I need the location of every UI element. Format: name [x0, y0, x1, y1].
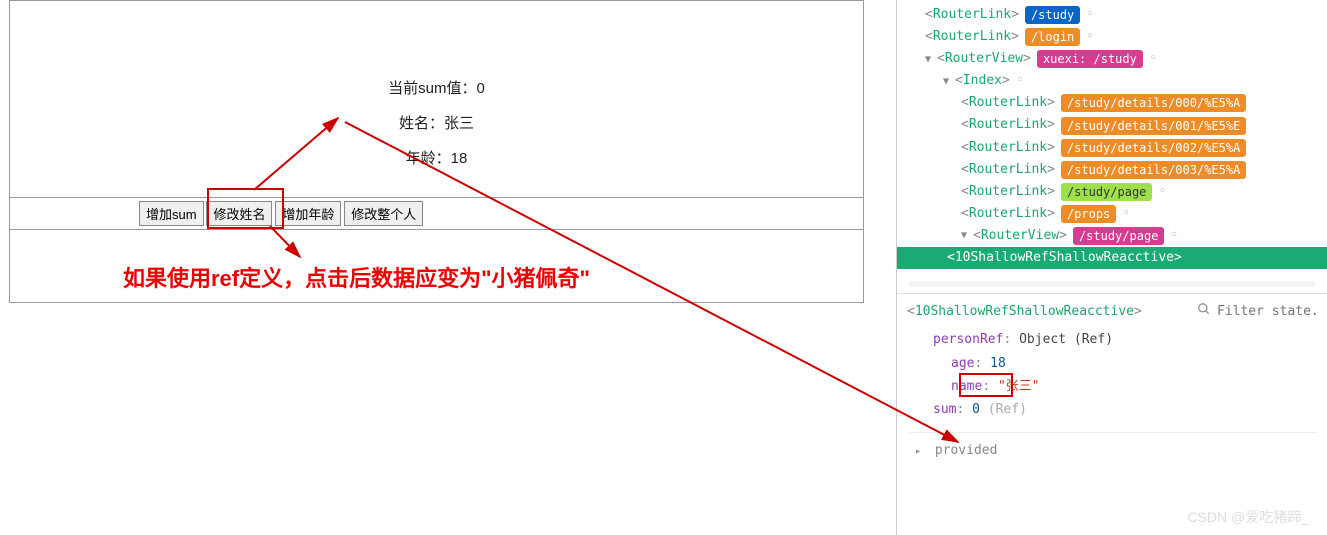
badge-xuexi: xuexi: /study — [1037, 50, 1143, 68]
scrollbar[interactable] — [909, 281, 1315, 287]
state-personref[interactable]: personRef: Object (Ref) — [909, 328, 1317, 351]
tree-node-routerlink5[interactable]: <RouterLink>/study/details/002/%E5%A — [905, 137, 1327, 159]
tree-node-routerlink1[interactable]: <RouterLink>/study◦ — [905, 4, 1327, 26]
chevron-down-icon[interactable]: ▼ — [961, 227, 973, 244]
tree-node-selected[interactable]: <10ShallowRefShallowReacctive> — [897, 247, 1327, 269]
badge-details1: /study/details/001/%E5%E — [1061, 117, 1246, 135]
annotation-text: 如果使用ref定义，点击后数据应变为"小猪佩奇" — [123, 261, 590, 293]
tree-node-index[interactable]: ▼<Index>◦ — [905, 70, 1327, 92]
state-header: <10ShallowRefShallowReacctive> — [907, 302, 1317, 320]
tree-node-routerlink8[interactable]: <RouterLink>/props◦ — [905, 203, 1327, 225]
state-tree: personRef: Object (Ref) age: 18 name: "张… — [907, 328, 1317, 462]
tree-node-routerview2[interactable]: ▼<RouterView>/study/page◦ — [905, 225, 1327, 247]
button-row: 增加sum 修改姓名 增加年龄 修改整个人 — [10, 197, 863, 230]
name-value: 张三 — [444, 115, 474, 132]
sum-line: 当前sum值：0 — [10, 77, 863, 98]
name-label: 姓名： — [399, 115, 444, 132]
age-line: 年龄：18 — [10, 147, 863, 168]
badge-page2: /study/page — [1073, 227, 1164, 245]
tree-node-routerlink3[interactable]: <RouterLink>/study/details/000/%E5%A — [905, 92, 1327, 114]
change-name-button[interactable]: 修改姓名 — [206, 201, 272, 226]
name-line: 姓名：张三 — [10, 112, 863, 133]
badge-login: /login — [1025, 28, 1080, 46]
state-panel: <10ShallowRefShallowReacctive> personRef… — [897, 293, 1327, 470]
state-name[interactable]: name: "张三" — [909, 375, 1317, 398]
badge-study: /study — [1025, 6, 1080, 24]
tree-node-routerlink2[interactable]: <RouterLink>/login◦ — [905, 26, 1327, 48]
component-tree: <RouterLink>/study◦ <RouterLink>/login◦ … — [897, 0, 1327, 269]
add-sum-button[interactable]: 增加sum — [139, 201, 204, 226]
state-component-title: <10ShallowRefShallowReacctive> — [907, 304, 1197, 319]
tree-node-routerlink6[interactable]: <RouterLink>/study/details/003/%E5%A — [905, 159, 1327, 181]
app-panel: 当前sum值：0 姓名：张三 年龄：18 增加sum 修改姓名 增加年龄 修改整… — [9, 0, 864, 303]
chevron-right-icon[interactable]: ▸ — [915, 443, 927, 461]
badge-props: /props — [1061, 205, 1116, 223]
tree-node-routerlink4[interactable]: <RouterLink>/study/details/001/%E5%E — [905, 114, 1327, 136]
add-age-button[interactable]: 增加年龄 — [275, 201, 341, 226]
tree-node-routerlink7[interactable]: <RouterLink>/study/page◦ — [905, 181, 1327, 203]
state-sum[interactable]: sum: 0 (Ref) — [909, 398, 1317, 421]
chevron-down-icon[interactable]: ▼ — [943, 73, 955, 90]
age-label: 年龄： — [406, 150, 451, 167]
badge-details2: /study/details/002/%E5%A — [1061, 139, 1246, 157]
sum-value: 0 — [477, 80, 485, 97]
watermark: CSDN @爱吃猪蹄_ — [1187, 507, 1309, 527]
content-area: 当前sum值：0 姓名：张三 年龄：18 — [10, 1, 863, 168]
badge-page: /study/page — [1061, 183, 1152, 201]
tree-node-routerview1[interactable]: ▼<RouterView>xuexi: /study◦ — [905, 48, 1327, 70]
age-value: 18 — [451, 150, 468, 167]
state-age[interactable]: age: 18 — [909, 352, 1317, 375]
badge-details3: /study/details/003/%E5%A — [1061, 161, 1246, 179]
filter-state-input[interactable] — [1217, 304, 1317, 319]
state-provided[interactable]: ▸ provided — [909, 432, 1317, 462]
badge-details0: /study/details/000/%E5%A — [1061, 94, 1246, 112]
sum-label: 当前sum值： — [388, 80, 476, 97]
chevron-down-icon[interactable]: ▼ — [925, 51, 937, 68]
change-person-button[interactable]: 修改整个人 — [344, 201, 423, 226]
devtools-panel: <RouterLink>/study◦ <RouterLink>/login◦ … — [896, 0, 1327, 535]
search-icon[interactable] — [1197, 302, 1211, 320]
